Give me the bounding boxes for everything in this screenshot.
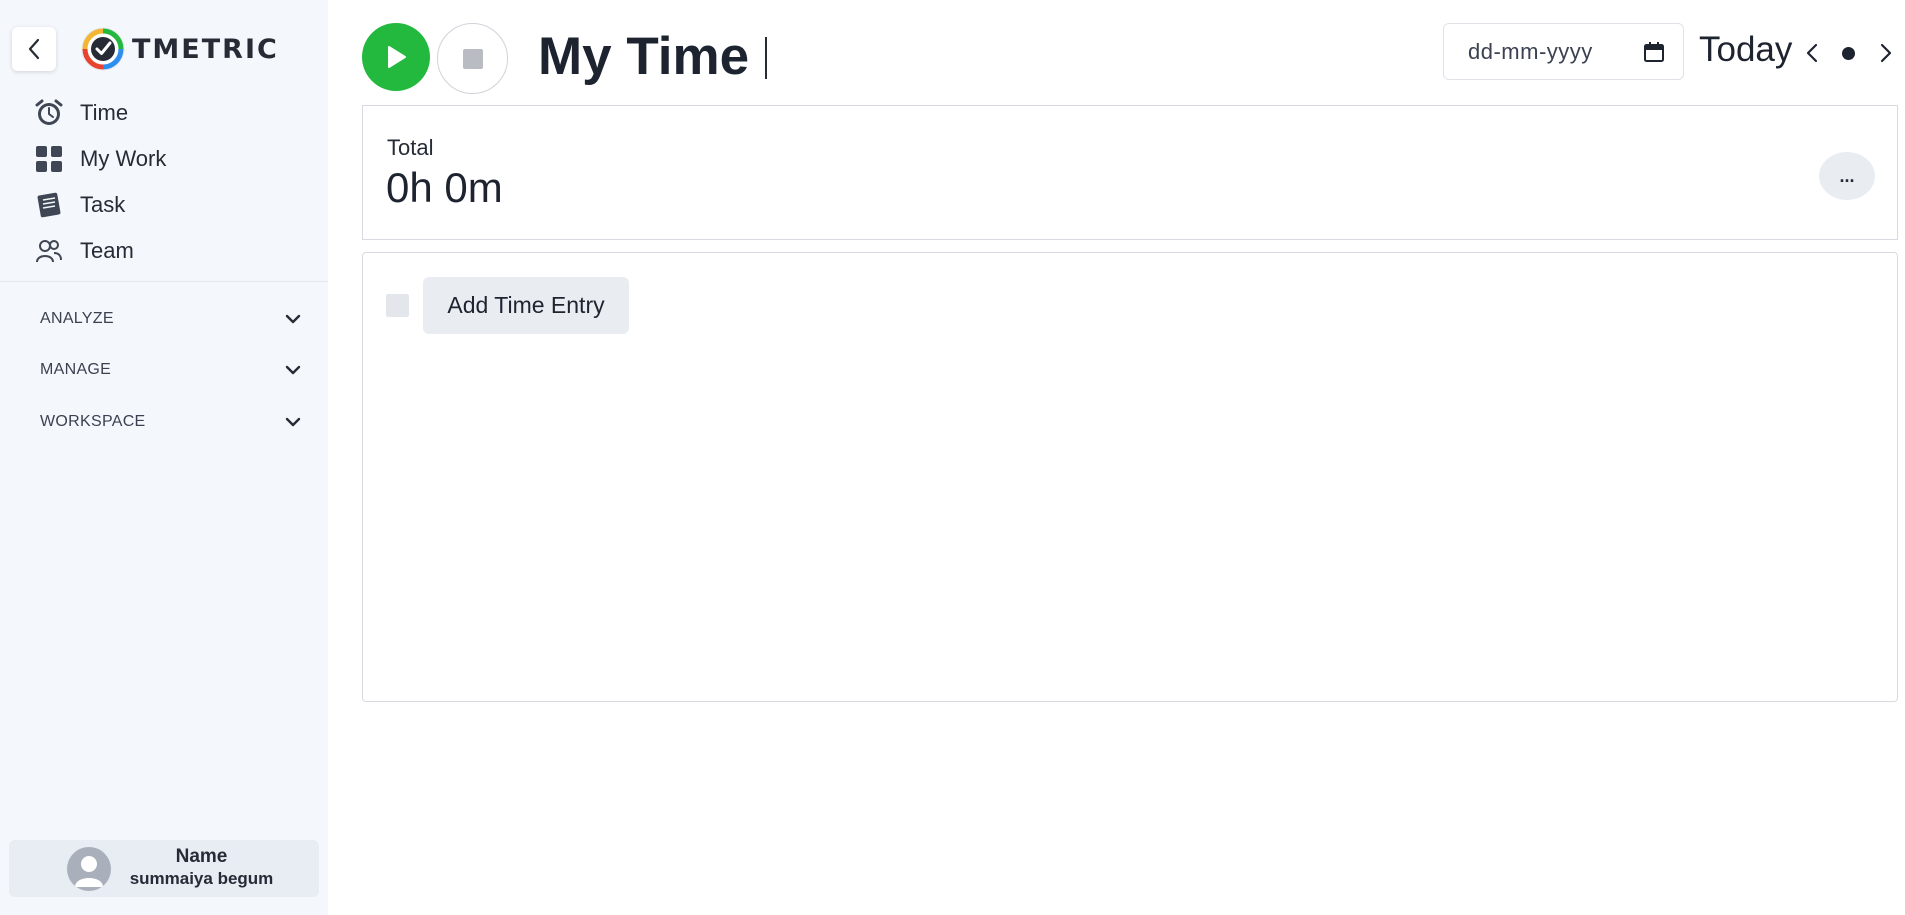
total-label: Total [387,135,434,160]
main-nav: Time My Work Task Team [0,90,328,274]
sidebar-item-team[interactable]: Team [0,228,328,274]
grid-icon [34,144,64,174]
sidebar-item-label: Task [80,192,126,217]
chevron-down-icon [285,314,301,324]
more-options-button[interactable]: ... [1819,152,1875,200]
date-placeholder: dd-mm-yyyy [1468,38,1593,64]
tmetric-logo-icon [81,27,125,71]
collapse-sidebar-button[interactable] [12,27,56,71]
select-all-checkbox[interactable] [386,294,409,317]
start-timer-button[interactable] [362,23,430,91]
play-icon [388,46,406,68]
total-value: 0h 0m [386,164,503,211]
sidebar-item-label: Team [80,238,134,263]
today-button[interactable]: Today [1699,28,1792,72]
chevron-down-icon [285,365,301,375]
sidebar-item-time[interactable]: Time [0,90,328,136]
stop-icon [462,48,483,69]
sidebar-item-task[interactable]: Task [0,182,328,228]
time-entries-panel: Add Time Entry [362,252,1898,702]
date-picker-input[interactable]: dd-mm-yyyy [1443,23,1684,80]
calendar-icon[interactable] [1643,41,1665,63]
sidebar-divider [0,281,328,282]
sidebar: TMETRIC Time My Work Task Team ANALYZE M… [0,0,328,915]
total-summary-card: Total 0h 0m ... [362,105,1898,240]
section-workspace[interactable]: WORKSPACE [0,400,328,444]
chevron-down-icon [285,417,301,427]
user-avatar-icon [67,847,111,891]
sidebar-item-label: Time [80,100,129,125]
section-analyze[interactable]: ANALYZE [0,297,328,341]
text-cursor [765,37,767,79]
section-manage[interactable]: MANAGE [0,348,328,392]
section-label: WORKSPACE [40,413,146,430]
page-title: My Time [538,27,750,86]
user-text: Name summaiya begum [114,846,289,890]
user-name: summaiya begum [129,869,274,888]
user-profile-card[interactable]: Name summaiya begum [9,840,319,897]
user-name-label: Name [175,846,228,867]
notebook-icon [34,190,64,220]
section-label: MANAGE [40,361,112,378]
team-icon [34,236,64,266]
stop-timer-button[interactable] [437,23,508,94]
previous-day-button[interactable] [1800,38,1824,68]
sidebar-item-label: My Work [80,146,167,171]
section-label: ANALYZE [40,310,114,327]
chevron-left-icon [28,38,40,60]
current-day-dot[interactable] [1842,47,1855,60]
alarm-clock-icon [34,98,64,128]
sidebar-item-my-work[interactable]: My Work [0,136,328,182]
add-time-entry-button[interactable]: Add Time Entry [423,277,629,334]
chevron-left-icon [1806,43,1818,63]
logo[interactable]: TMETRIC [80,26,279,72]
chevron-right-icon [1880,43,1892,63]
next-day-button[interactable] [1874,38,1898,68]
logo-text: TMETRIC [132,33,279,65]
